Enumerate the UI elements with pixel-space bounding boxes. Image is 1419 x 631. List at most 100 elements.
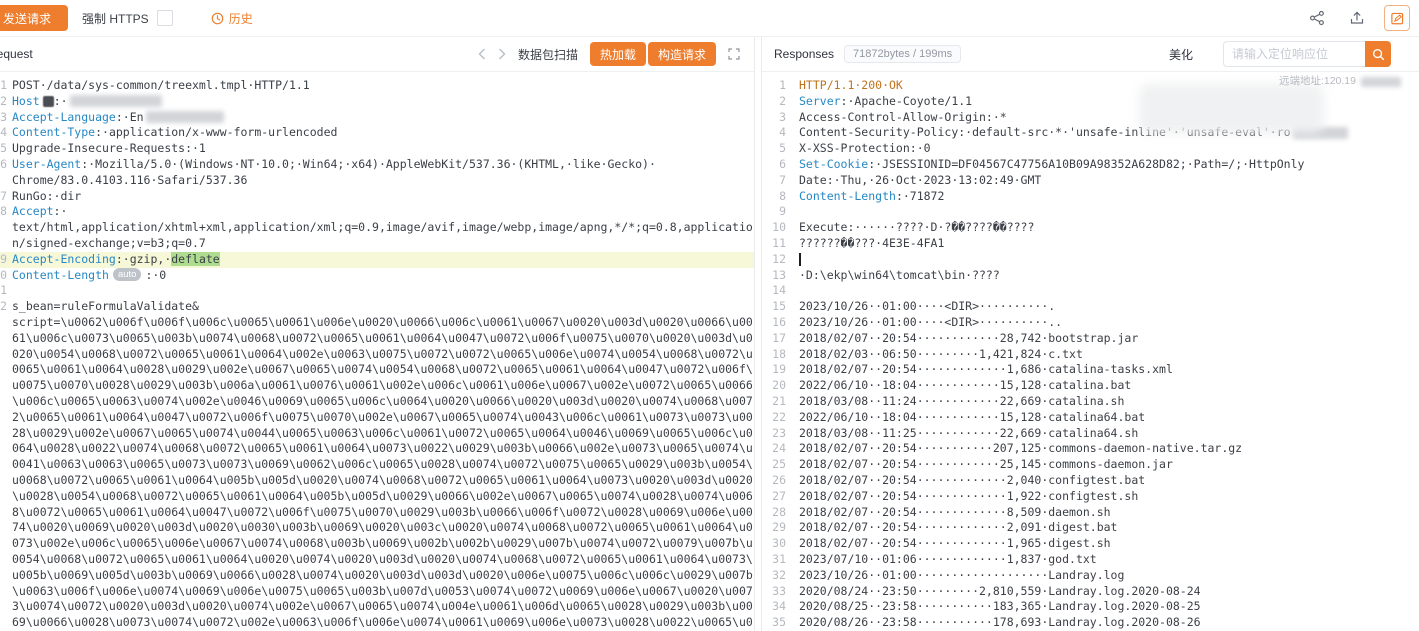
send-request-button[interactable]: 发送请求 <box>0 5 68 31</box>
response-line-31[interactable]: 312023/07/10·​·​01:06·​·​·​·​·​·​·​·​·​·… <box>762 552 1419 568</box>
response-line-15[interactable]: 152023/10/26·​·​01:00·​·​·​·​<DIR>·​·​·​… <box>762 299 1419 315</box>
response-line-14[interactable]: 14 <box>762 283 1419 299</box>
response-line-9[interactable]: 9 <box>762 204 1419 220</box>
response-line-10[interactable]: 10Execute:·​·​·​·​·​·​????·​D·​?��????��… <box>762 220 1419 236</box>
request-line-10[interactable]: 10Content-Lengthauto:·​0 <box>0 268 754 284</box>
response-editor[interactable]: 1HTTP/1.1·​200·​OK2Server:·​Apache-Coyot… <box>762 72 1419 631</box>
code-token: 2020/08/25·​·​23:58·​·​·​·​·​·​·​·​·​·​·… <box>799 599 1201 613</box>
line-number: 12 <box>0 299 7 631</box>
line-number: 17 <box>762 331 786 347</box>
request-line-4[interactable]: 4Content-Type:·​application/x-www-form-u… <box>0 125 754 141</box>
response-line-23[interactable]: 232018/03/08·​·​11:25·​·​·​·​·​·​·​·​·​·… <box>762 426 1419 442</box>
response-line-2[interactable]: 2Server:·​Apache-Coyote/1.1 <box>762 94 1419 110</box>
code-token: :·​0 <box>145 268 166 282</box>
share-button[interactable] <box>1304 5 1330 31</box>
code-token: :·​text/html,application/xhtml+xml,appli… <box>12 204 753 250</box>
code-token: s_bean=ruleFormulaValidate& <box>12 299 199 313</box>
code-token: ??????��???·​4E3E-4FA1 <box>799 236 944 250</box>
request-line-9[interactable]: 9Accept-Encoding:·​gzip,·​deflate <box>0 252 754 268</box>
request-line-12[interactable]: 12s_bean=ruleFormulaValidate& script=\u0… <box>0 299 754 631</box>
line-content: Server:·​Apache-Coyote/1.1 <box>786 94 1419 110</box>
line-number: 31 <box>762 552 786 568</box>
response-line-30[interactable]: 302018/02/07·​·​20:54·​·​·​·​·​·​·​·​·​·… <box>762 536 1419 552</box>
request-line-7[interactable]: 7RunGo:·​dir <box>0 189 754 205</box>
response-line-35[interactable]: 352020/08/26·​·​23:58·​·​·​·​·​·​·​·​·​·… <box>762 615 1419 631</box>
request-line-2[interactable]: 2Host:·​ <box>0 94 754 110</box>
request-line-5[interactable]: 5Upgrade-Insecure-Requests:·​1 <box>0 141 754 157</box>
hot-reload-button[interactable]: 热加载 <box>590 42 646 66</box>
line-content: X-XSS-Protection:·​0 <box>786 141 1419 157</box>
code-token: 2020/08/24·​·​23:50·​·​·​·​·​·​·​·​·​2,8… <box>799 584 1201 598</box>
line-number: 1 <box>0 78 7 94</box>
history-button[interactable]: 历史 <box>211 10 253 27</box>
packet-scan-button[interactable]: 数据包扫描 <box>518 46 578 63</box>
response-line-17[interactable]: 172018/02/07·​·​20:54·​·​·​·​·​·​·​·​·​·… <box>762 331 1419 347</box>
line-number: 30 <box>762 536 786 552</box>
response-line-24[interactable]: 242018/02/07·​·​20:54·​·​·​·​·​·​·​·​·​·… <box>762 441 1419 457</box>
force-https-checkbox[interactable] <box>157 10 173 26</box>
code-token: Accept-Language <box>12 110 116 124</box>
build-request-button[interactable]: 构造请求 <box>648 42 716 66</box>
response-line-21[interactable]: 212018/03/08·​·​11:24·​·​·​·​·​·​·​·​·​·… <box>762 394 1419 410</box>
line-number: 32 <box>762 568 786 584</box>
line-number: 5 <box>762 141 786 157</box>
history-label: 历史 <box>229 10 253 27</box>
response-line-28[interactable]: 282018/02/07·​·​20:54·​·​·​·​·​·​·​·​·​·… <box>762 505 1419 521</box>
locate-response-input[interactable] <box>1223 41 1365 67</box>
response-line-16[interactable]: 162023/10/26·​·​01:00·​·​·​·​<DIR>·​·​·​… <box>762 315 1419 331</box>
next-request-button[interactable] <box>498 48 506 60</box>
response-line-12[interactable]: 12 <box>762 252 1419 268</box>
request-line-11[interactable]: 11 <box>0 283 754 299</box>
fullscreen-button[interactable] <box>728 48 740 60</box>
request-line-6[interactable]: 6User-Agent:·​Mozilla/5.0·​(Windows·​NT·… <box>0 157 754 189</box>
response-line-26[interactable]: 262018/02/07·​·​20:54·​·​·​·​·​·​·​·​·​·… <box>762 473 1419 489</box>
code-token: Content-Length <box>12 268 109 282</box>
code-token: POST·​/data/sys-common/treexml.tmpl·​HTT… <box>12 78 310 92</box>
response-line-19[interactable]: 192018/02/07·​·​20:54·​·​·​·​·​·​·​·​·​·… <box>762 362 1419 378</box>
export-button[interactable] <box>1344 5 1370 31</box>
app-window: 发送请求 强制 HTTPS 历史 <box>0 0 1419 631</box>
request-editor[interactable]: 1 POST·​/data/sys-common/treexml.tmpl·​HT… <box>0 72 754 631</box>
line-number: 6 <box>762 157 786 173</box>
response-line-25[interactable]: 252018/02/07·​·​20:54·​·​·​·​·​·​·​·​·​·… <box>762 457 1419 473</box>
response-line-6[interactable]: 6Set-Cookie:·​JSESSIONID=DF04567C47756A1… <box>762 157 1419 173</box>
response-line-32[interactable]: 32 2023/10/26·​·​01:00·​·​·​·​·​·​·​·​·​·… <box>762 568 1419 584</box>
code-token: 2020/08/26·​·​23:58·​·​·​·​·​·​·​·​·​·​·… <box>799 615 1201 629</box>
response-line-22[interactable]: 222022/06/10·​·​18:04·​·​·​·​·​·​·​·​·​·… <box>762 410 1419 426</box>
request-line-3[interactable]: 3Accept-Language:·​En <box>0 110 754 126</box>
response-line-8[interactable]: 8Content-Length:·​71872 <box>762 189 1419 205</box>
response-line-11[interactable]: 11??????��???·​4E3E-4FA1 <box>762 236 1419 252</box>
response-line-33[interactable]: 332020/08/24·​·​23:50·​·​·​·​·​·​·​·​·​2… <box>762 584 1419 600</box>
line-content: Accept:·​text/html,application/xhtml+xml… <box>7 204 754 251</box>
response-line-5[interactable]: 5X-XSS-Protection:·​0 <box>762 141 1419 157</box>
line-number: 18 <box>762 347 786 363</box>
response-line-20[interactable]: 202022/06/10·​·​18:04·​·​·​·​·​·​·​·​·​·… <box>762 378 1419 394</box>
beautify-button[interactable]: 美化 <box>1163 45 1199 64</box>
locate-response-button[interactable] <box>1365 41 1391 67</box>
response-line-18[interactable]: 18 2018/02/03·​·​06:50·​·​·​·​·​·​·​·​·​1… <box>762 347 1419 363</box>
request-line-8[interactable]: 8Accept:·​text/html,application/xhtml+xm… <box>0 204 754 251</box>
prev-request-button[interactable] <box>478 48 486 60</box>
line-content: Content-Lengthauto:·​0 <box>7 268 754 284</box>
line-content: s_bean=ruleFormulaValidate& script=\u006… <box>7 299 754 631</box>
response-line-27[interactable]: 272018/02/07·​·​20:54·​·​·​·​·​·​·​·​·​·… <box>762 489 1419 505</box>
line-number: 2 <box>0 94 7 110</box>
line-content: Content-Security-Policy:·​default-src·​*… <box>786 125 1419 141</box>
response-line-4[interactable]: 4Content-Security-Policy:·​default-src·​… <box>762 125 1419 141</box>
line-content: User-Agent:·​Mozilla/5.0·​(Windows·​NT·​… <box>7 157 754 189</box>
response-line-3[interactable]: 3Access-Control-Allow-Origin:·​* <box>762 110 1419 126</box>
response-line-13[interactable]: 13·​D:\ekp\win64\tomcat\bin·​???? <box>762 268 1419 284</box>
code-token: 2018/02/07·​·​20:54·​·​·​·​·​·​·​·​·​·​·… <box>799 441 1242 455</box>
line-number: 12 <box>762 252 786 268</box>
code-token: 2018/02/03·​·​06:50·​·​·​·​·​·​·​·​·​1,4… <box>799 347 1083 361</box>
code-token: 2018/02/07·​·​20:54·​·​·​·​·​·​·​·​·​·​·… <box>799 520 1118 534</box>
code-token: Upgrade-Insecure-Requests:·​1 <box>12 141 206 155</box>
response-line-29[interactable]: 292018/02/07·​·​20:54·​·​·​·​·​·​·​·​·​·… <box>762 520 1419 536</box>
response-line-7[interactable]: 7Date:·​Thu,·​26·​Oct·​2023·​13:02:49·​G… <box>762 173 1419 189</box>
code-token: 2023/10/26·​·​01:00·​·​·​·​·​·​·​·​·​·​·… <box>799 568 1124 582</box>
response-line-34[interactable]: 342020/08/25·​·​23:58·​·​·​·​·​·​·​·​·​·… <box>762 599 1419 615</box>
edit-config-button[interactable] <box>1384 5 1410 31</box>
line-number: 14 <box>762 283 786 299</box>
code-token: Set-Cookie <box>799 157 868 171</box>
request-line-1[interactable]: 1 POST·​/data/sys-common/treexml.tmpl·​HT… <box>0 78 754 94</box>
